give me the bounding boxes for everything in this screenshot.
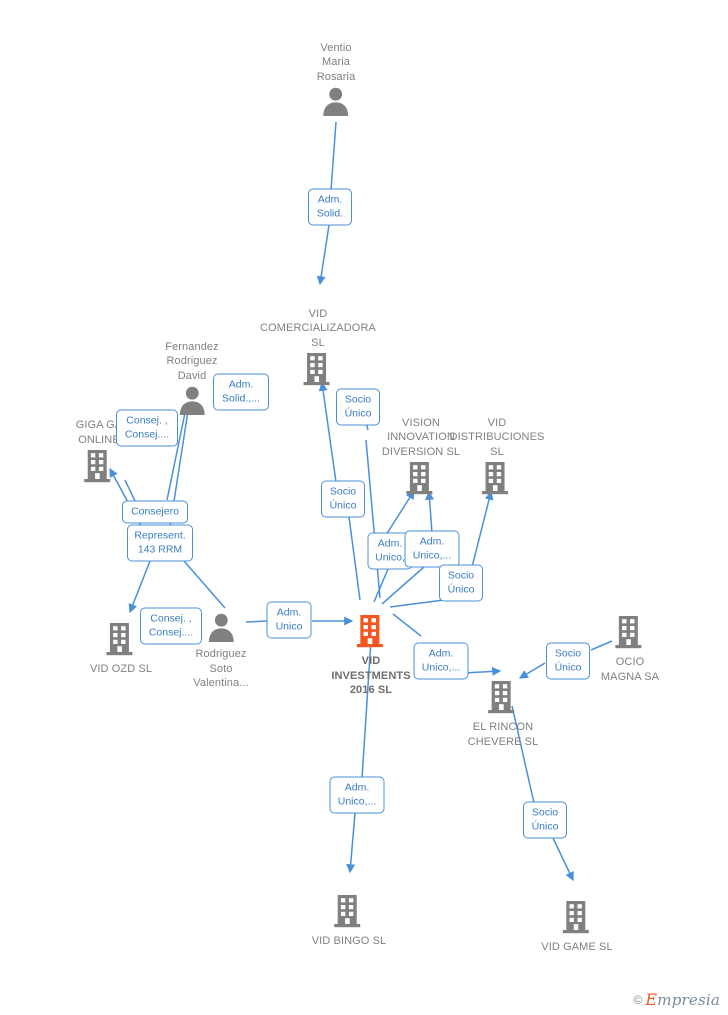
relation-badge-b10[interactable]: Socio Único: [439, 564, 483, 602]
copyright-symbol: ©: [633, 993, 643, 1007]
node-label-vision: VISION INNOVATION DIVERSION SL: [381, 416, 461, 458]
building-icon: [615, 616, 642, 649]
node-label-ventio: Ventio Maria Rosaria: [316, 41, 356, 83]
person-icon: [208, 613, 234, 642]
node-ocio[interactable]: OCIO MAGNA SA: [601, 615, 659, 684]
node-ventio[interactable]: Ventio Maria Rosaria: [317, 41, 356, 122]
brand-initial: E: [645, 990, 658, 1009]
relation-badge-b2[interactable]: Adm. Solid.,...: [213, 373, 269, 411]
node-fernandez[interactable]: Fernandez Rodriguez David: [165, 340, 219, 421]
building-glyph-rincon: [468, 680, 539, 719]
relation-badge-b9[interactable]: Adm. Unico,...: [404, 530, 460, 568]
relation-badge-b16[interactable]: Socio Único: [523, 801, 567, 839]
node-distribuciones[interactable]: VID DISTRIBUCIONES SL: [450, 416, 545, 501]
relation-badge-b15[interactable]: Adm. Unico,...: [329, 776, 385, 814]
relation-badge-b4[interactable]: Socio Único: [336, 388, 380, 426]
building-icon: [562, 901, 589, 934]
node-bingo[interactable]: VID BINGO SL: [312, 894, 387, 949]
node-label-bingo: VID BINGO SL: [311, 935, 387, 947]
person-glyph-ventio: [317, 86, 356, 121]
building-glyph-bingo: [312, 894, 387, 933]
node-label-game: VID GAME SL: [541, 941, 613, 953]
building-glyph-vision: [382, 461, 460, 500]
node-vision[interactable]: VISION INNOVATION DIVERSION SL: [382, 416, 460, 501]
node-label-distribuciones: VID DISTRIBUCIONES SL: [449, 416, 545, 458]
node-label-fernandez: Fernandez Rodriguez David: [165, 340, 219, 382]
person-icon: [323, 87, 349, 116]
building-icon: [488, 681, 515, 714]
node-label-rincon: EL RINCON CHEVERE SL: [467, 721, 539, 748]
building-icon: [406, 462, 433, 495]
node-comercializadora[interactable]: VID COMERCIALIZADORA SL: [260, 307, 376, 392]
relation-badge-b6[interactable]: Represent. 143 RRM: [127, 524, 193, 562]
relation-badge-b3[interactable]: Consej. , Consej....: [116, 409, 178, 447]
building-glyph-giga: [76, 449, 123, 488]
relation-badge-b13[interactable]: Adm. Unico,...: [413, 642, 469, 680]
building-glyph-distribuciones: [450, 461, 545, 500]
relation-badge-b5[interactable]: Consejero: [122, 500, 188, 524]
relation-badge-b7[interactable]: Socio Único: [321, 480, 365, 518]
relation-badge-b1[interactable]: Adm. Solid.: [308, 188, 352, 226]
building-icon: [84, 450, 111, 483]
brand-name: mpresia: [657, 991, 720, 1009]
building-glyph-comercializadora: [260, 352, 376, 391]
node-label-comercializadora: VID COMERCIALIZADORA SL: [260, 307, 376, 349]
node-rincon[interactable]: EL RINCON CHEVERE SL: [468, 680, 539, 749]
relation-badge-b14[interactable]: Socio Único: [546, 642, 590, 680]
node-game[interactable]: VID GAME SL: [541, 900, 613, 955]
node-label-ocio: OCIO MAGNA SA: [600, 656, 660, 683]
node-label-rodriguez: Rodriguez Soto Valentina...: [193, 648, 249, 689]
empresia-watermark: © Empresia: [633, 991, 720, 1009]
building-icon: [303, 353, 330, 386]
node-label-vid: VID INVESTMENTS 2016 SL: [331, 655, 411, 696]
building-icon: [356, 615, 383, 648]
relation-badge-b12[interactable]: Adm. Unico: [266, 601, 312, 639]
building-glyph-vid: [331, 614, 410, 653]
node-label-ozd: VID OZD SL: [89, 663, 153, 675]
person-icon: [179, 386, 205, 415]
building-glyph-ocio: [601, 615, 659, 654]
building-icon: [334, 895, 361, 928]
building-glyph-game: [541, 900, 612, 939]
building-icon: [482, 462, 509, 495]
building-icon: [106, 623, 133, 656]
node-vid[interactable]: VID INVESTMENTS 2016 SL: [331, 614, 411, 698]
relation-badge-b11[interactable]: Consej. , Consej....: [140, 607, 202, 645]
